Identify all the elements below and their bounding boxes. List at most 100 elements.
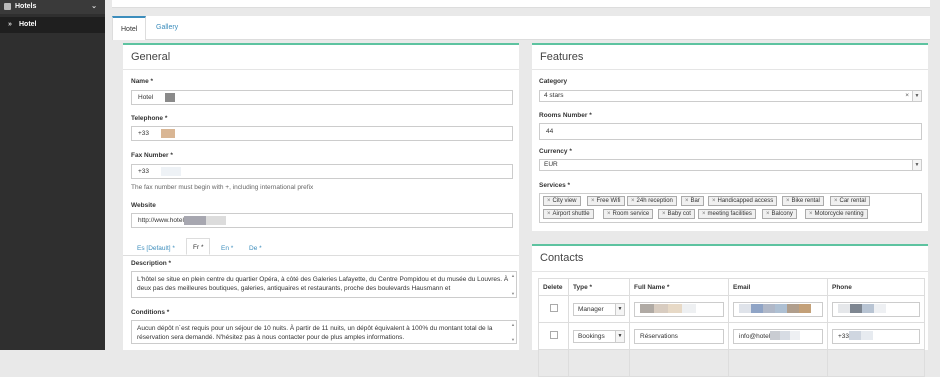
- table-row: [538, 349, 925, 377]
- description-text: L'hôtel se situe en plein centre du quar…: [137, 276, 509, 292]
- website-value: http://www.hotel: [138, 217, 184, 224]
- rooms-input[interactable]: 44: [539, 123, 922, 140]
- sidebar-section-hotels[interactable]: Hotels ⌄: [0, 0, 105, 14]
- sidebar-section-label: Hotels: [15, 3, 37, 10]
- name-value: Hotel: [138, 94, 154, 101]
- scroll-down-icon[interactable]: ▼: [511, 337, 515, 342]
- remove-icon: ×: [591, 198, 595, 204]
- delete-checkbox[interactable]: [549, 304, 558, 312]
- service-tag[interactable]: × Balcony: [762, 209, 797, 219]
- table-header-row: Delete Type * Full Name * Email Phone: [538, 278, 925, 296]
- currency-label: Currency *: [539, 148, 572, 155]
- telephone-label: Telephone *: [131, 115, 168, 122]
- conditions-text: Aucun dépôt n´est requis pour un séjour …: [137, 325, 493, 341]
- remove-icon: ×: [786, 198, 790, 204]
- category-value: 4 stars: [544, 92, 564, 99]
- remove-icon: ×: [809, 211, 813, 217]
- service-tag[interactable]: × Baby cot: [658, 209, 695, 219]
- service-tag[interactable]: × Car rental: [830, 196, 870, 206]
- full-name-input[interactable]: [634, 301, 724, 317]
- remove-icon: ×: [631, 198, 635, 204]
- telephone-input[interactable]: +33: [131, 126, 513, 141]
- features-title: Features: [540, 51, 584, 63]
- lang-tabs-divider: [123, 255, 519, 256]
- remove-icon: ×: [685, 198, 689, 204]
- phone-input[interactable]: [832, 301, 920, 317]
- service-tag[interactable]: × Bike rental: [782, 196, 824, 206]
- divider: [123, 69, 519, 70]
- page-tabs: Hotel Gallery: [112, 16, 930, 40]
- tab-lang-fr[interactable]: Fr *: [186, 238, 211, 255]
- col-type: Type *: [568, 278, 630, 296]
- scroll-up-icon[interactable]: ▲: [511, 273, 515, 278]
- remove-icon: ×: [702, 211, 706, 217]
- chevron-down-icon[interactable]: ⌄: [91, 2, 97, 10]
- contacts-panel: Contacts Delete Type * Full Name * Email…: [532, 244, 928, 377]
- conditions-textarea[interactable]: Aucun dépôt n´est requis pour un séjour …: [131, 320, 517, 344]
- service-tag[interactable]: × 24h reception: [627, 196, 677, 206]
- service-tag[interactable]: × City view: [543, 196, 581, 206]
- double-arrow-icon: »: [8, 21, 12, 28]
- website-label: Website: [131, 202, 156, 209]
- description-textarea[interactable]: L'hôtel se situe en plein centre du quar…: [131, 271, 517, 298]
- remove-icon: ×: [834, 198, 838, 204]
- currency-select[interactable]: EUR ▼: [539, 159, 922, 171]
- clear-icon[interactable]: ×: [905, 91, 909, 101]
- service-tag[interactable]: × Motorcycle renting: [805, 209, 868, 219]
- contacts-table: Delete Type * Full Name * Email Phone Ma…: [538, 278, 925, 377]
- category-label: Category: [539, 78, 568, 85]
- category-select[interactable]: 4 stars × ▼: [539, 90, 922, 102]
- type-select[interactable]: Manager ▼: [573, 302, 625, 316]
- chevron-down-icon[interactable]: ▼: [912, 91, 921, 101]
- fax-value: +33: [138, 168, 150, 175]
- telephone-value: +33: [138, 130, 150, 137]
- col-full-name: Full Name *: [629, 278, 729, 296]
- general-panel: General Name * Hotel Telephone * +33 Fax…: [123, 43, 519, 350]
- fax-input[interactable]: +33: [131, 164, 513, 179]
- services-tagbox[interactable]: × City view × Free Wifi × 24h reception × Ba…: [539, 193, 922, 223]
- scroll-up-icon[interactable]: ▲: [511, 322, 515, 327]
- rooms-label: Rooms Number *: [539, 112, 592, 119]
- type-select[interactable]: Bookings ▼: [573, 329, 625, 343]
- email-input[interactable]: info@hotel: [733, 328, 823, 344]
- remove-icon: ×: [547, 211, 551, 217]
- service-tag[interactable]: × Bar: [681, 196, 704, 206]
- sidebar-item-hotel[interactable]: » Hotel: [0, 17, 105, 33]
- divider: [532, 271, 928, 272]
- sidebar: Hotels ⌄ » Hotel: [0, 0, 105, 350]
- service-tag[interactable]: × Handicapped access: [708, 196, 778, 206]
- general-title: General: [131, 51, 171, 63]
- remove-icon: ×: [547, 198, 551, 204]
- scroll-down-icon[interactable]: ▼: [511, 291, 515, 296]
- service-tag[interactable]: × Room service: [603, 209, 654, 219]
- full-name-input[interactable]: Réservations: [634, 328, 724, 344]
- phone-input[interactable]: +33: [832, 328, 920, 344]
- fax-help-text: The fax number must begin with +, includ…: [131, 184, 314, 191]
- name-input[interactable]: Hotel: [131, 90, 513, 105]
- name-label: Name *: [131, 78, 154, 85]
- remove-icon: ×: [662, 211, 666, 217]
- tab-gallery[interactable]: Gallery: [148, 16, 186, 40]
- service-tag[interactable]: × Free Wifi: [587, 196, 625, 206]
- currency-value: EUR: [544, 161, 558, 168]
- top-bar: [112, 0, 930, 8]
- service-tag[interactable]: × meeting facilities: [698, 209, 756, 219]
- remove-icon: ×: [712, 198, 716, 204]
- email-input[interactable]: [733, 301, 823, 317]
- tab-hotel[interactable]: Hotel: [112, 16, 147, 40]
- hotel-building-icon: [4, 3, 11, 10]
- description-label: Description *: [131, 260, 172, 267]
- col-email: Email: [728, 278, 828, 296]
- features-panel: Features Category 4 stars × ▼ Rooms Numb…: [532, 43, 928, 231]
- fax-label: Fax Number *: [131, 152, 173, 159]
- conditions-label: Conditions *: [131, 309, 170, 316]
- col-phone: Phone: [827, 278, 925, 296]
- website-input[interactable]: http://www.hotel: [131, 213, 513, 228]
- chevron-down-icon[interactable]: ▼: [912, 160, 921, 170]
- service-tag[interactable]: × Airport shuttle: [543, 209, 594, 219]
- table-row: Manager ▼: [538, 295, 925, 323]
- delete-checkbox[interactable]: [549, 331, 558, 339]
- remove-icon: ×: [766, 211, 770, 217]
- remove-icon: ×: [607, 211, 611, 217]
- chevron-down-icon: ▼: [615, 330, 624, 342]
